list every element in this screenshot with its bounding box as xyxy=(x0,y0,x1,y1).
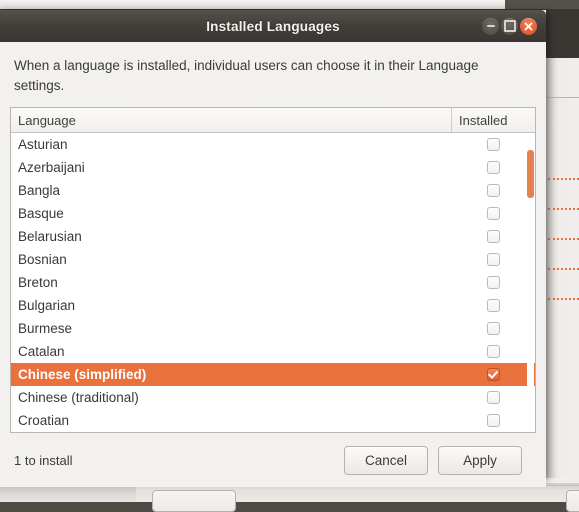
background-window-button xyxy=(152,490,236,512)
dialog-body: When a language is installed, individual… xyxy=(0,42,546,488)
row-language-label: Chinese (simplified) xyxy=(18,367,147,383)
background-dotted-line xyxy=(548,298,579,300)
checkbox-unchecked-icon[interactable] xyxy=(486,230,500,244)
scrollbar-thumb[interactable] xyxy=(527,150,534,199)
table-row[interactable]: Chinese (simplified) xyxy=(11,363,535,387)
checkbox-unchecked-icon[interactable] xyxy=(486,391,500,405)
row-installed-cell[interactable] xyxy=(451,276,535,290)
checkbox-checked-icon[interactable] xyxy=(486,368,500,382)
window-controls xyxy=(482,10,537,42)
row-language-label: Bosnian xyxy=(18,252,67,268)
checkbox-unchecked-icon[interactable] xyxy=(486,184,500,198)
apply-button[interactable]: Apply xyxy=(438,445,522,475)
row-installed-cell[interactable] xyxy=(451,138,535,152)
row-language-label: Asturian xyxy=(18,137,68,153)
background-window-right-separator xyxy=(546,97,579,98)
dialog-description: When a language is installed, individual… xyxy=(14,58,479,93)
maximize-icon[interactable] xyxy=(501,17,518,35)
row-installed-cell[interactable] xyxy=(451,161,535,175)
row-language-label: Burmese xyxy=(18,321,73,337)
vertical-scrollbar[interactable] xyxy=(527,134,534,432)
background-window-top-strip xyxy=(0,0,505,9)
checkbox-unchecked-icon[interactable] xyxy=(486,345,500,359)
installed-languages-dialog: Installed Languages When a language is i… xyxy=(0,10,546,488)
cancel-button[interactable]: Cancel xyxy=(344,445,428,475)
column-header-language[interactable]: Language xyxy=(11,108,451,132)
checkbox-unchecked-icon[interactable] xyxy=(486,276,500,290)
table-row[interactable]: Catalan xyxy=(11,340,535,363)
languages-table: Language Installed Asturian Azerbaijani Ba… xyxy=(10,107,536,434)
row-installed-cell[interactable] xyxy=(451,414,535,428)
table-row[interactable]: Asturian xyxy=(11,133,535,156)
row-language-label: Bulgarian xyxy=(18,298,76,314)
row-language-label: Azerbaijani xyxy=(18,160,85,176)
table-row[interactable]: Burmese xyxy=(11,317,535,340)
table-header-row: Language Installed xyxy=(11,108,535,134)
row-language-label: Bangla xyxy=(18,183,61,199)
table-row[interactable]: Basque xyxy=(11,202,535,225)
background-window-right-header xyxy=(546,18,579,58)
dialog-titlebar[interactable]: Installed Languages xyxy=(0,10,546,42)
row-installed-cell[interactable] xyxy=(451,345,535,359)
checkbox-unchecked-icon[interactable] xyxy=(486,322,500,336)
dialog-title: Installed Languages xyxy=(206,18,340,34)
checkbox-unchecked-icon[interactable] xyxy=(486,299,500,313)
row-installed-cell[interactable] xyxy=(451,299,535,313)
background-dotted-line xyxy=(548,238,579,240)
row-language-label: Catalan xyxy=(18,344,65,360)
table-row[interactable]: Bulgarian xyxy=(11,294,535,317)
row-language-label: Croatian xyxy=(18,413,70,429)
row-language-label: Chinese (traditional) xyxy=(18,390,139,406)
background-dotted-line xyxy=(548,208,579,210)
table-row[interactable]: Bangla xyxy=(11,179,535,202)
row-language-label: Breton xyxy=(18,275,58,291)
table-row[interactable]: Bosnian xyxy=(11,248,535,271)
table-row[interactable]: Azerbaijani xyxy=(11,156,535,179)
table-row[interactable]: Croatian xyxy=(11,409,535,432)
table-rows: Asturian Azerbaijani Bangla Basque Belarusia… xyxy=(11,133,535,432)
background-dotted-line xyxy=(548,178,579,180)
checkbox-unchecked-icon[interactable] xyxy=(486,207,500,221)
checkbox-unchecked-icon[interactable] xyxy=(486,161,500,175)
install-status-text: 1 to install xyxy=(14,452,73,468)
row-installed-cell[interactable] xyxy=(451,322,535,336)
row-installed-cell[interactable] xyxy=(451,391,535,405)
checkbox-unchecked-icon[interactable] xyxy=(486,138,500,152)
row-installed-cell[interactable] xyxy=(451,253,535,267)
column-header-installed[interactable]: Installed xyxy=(451,108,535,133)
row-installed-cell[interactable] xyxy=(451,230,535,244)
row-installed-cell[interactable] xyxy=(451,368,535,382)
row-language-label: Belarusian xyxy=(18,229,82,245)
table-row[interactable]: Belarusian xyxy=(11,225,535,248)
background-window-button xyxy=(566,490,579,512)
table-row[interactable]: Chinese (traditional) xyxy=(11,386,535,409)
dialog-action-bar: 1 to install Cancel Apply xyxy=(10,433,536,488)
close-icon[interactable] xyxy=(520,17,537,35)
minimize-icon[interactable] xyxy=(482,17,499,35)
row-installed-cell[interactable] xyxy=(451,207,535,221)
background-dotted-line xyxy=(548,268,579,270)
row-language-label: Basque xyxy=(18,206,64,222)
checkbox-unchecked-icon[interactable] xyxy=(486,253,500,267)
checkbox-unchecked-icon[interactable] xyxy=(486,414,500,428)
row-installed-cell[interactable] xyxy=(451,184,535,198)
table-row[interactable]: Breton xyxy=(11,271,535,294)
